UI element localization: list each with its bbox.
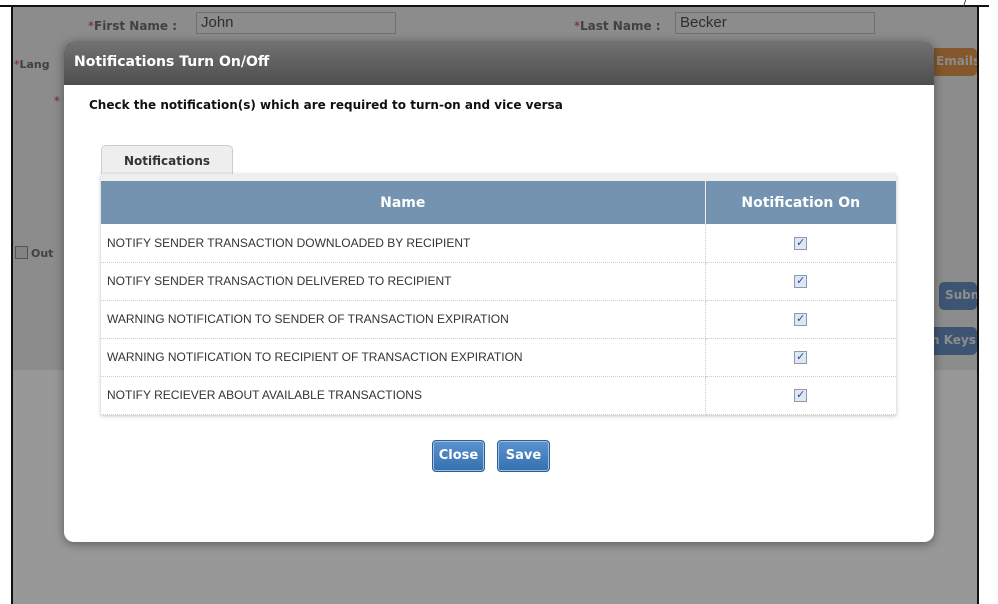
- column-header-name[interactable]: Name: [101, 181, 706, 224]
- notifications-dialog: Notifications Turn On/Off Check the noti…: [64, 41, 934, 542]
- tab-notifications[interactable]: Notifications: [101, 145, 233, 175]
- table-row: WARNING NOTIFICATION TO SENDER OF TRANSA…: [101, 300, 896, 339]
- notification-name: WARNING NOTIFICATION TO SENDER OF TRANSA…: [101, 300, 706, 339]
- notification-name: NOTIFY RECIEVER ABOUT AVAILABLE TRANSACT…: [101, 376, 706, 415]
- table-row: WARNING NOTIFICATION TO RECIPIENT OF TRA…: [101, 338, 896, 377]
- frame-right-border: [977, 5, 979, 604]
- notification-on-checkbox[interactable]: ✓: [794, 236, 808, 250]
- notification-on-cell: ✓: [705, 262, 896, 301]
- dialog-title: Notifications Turn On/Off: [64, 41, 934, 85]
- table-row: NOTIFY SENDER TRANSACTION DOWNLOADED BY …: [101, 224, 896, 263]
- notification-on-checkbox[interactable]: ✓: [794, 351, 808, 365]
- notification-name: NOTIFY SENDER TRANSACTION DOWNLOADED BY …: [101, 224, 706, 263]
- dialog-instruction: Check the notification(s) which are requ…: [89, 98, 563, 112]
- notification-name: WARNING NOTIFICATION TO RECIPIENT OF TRA…: [101, 338, 706, 377]
- column-header-notification-on[interactable]: Notification On: [705, 181, 896, 224]
- check-icon: ✓: [796, 313, 806, 326]
- check-icon: ✓: [796, 236, 806, 249]
- notification-on-checkbox[interactable]: ✓: [794, 275, 808, 289]
- notification-on-cell: ✓: [705, 338, 896, 377]
- notification-on-cell: ✓: [705, 300, 896, 339]
- close-button[interactable]: Close: [432, 440, 485, 472]
- table-header-row: Name Notification On: [101, 181, 896, 224]
- notifications-table: Name Notification On NOTIFY SENDER TRANS…: [101, 181, 896, 415]
- save-button[interactable]: Save: [497, 440, 550, 472]
- notifications-table-panel: Name Notification On NOTIFY SENDER TRANS…: [101, 174, 896, 415]
- check-icon: ✓: [796, 351, 806, 364]
- check-icon: ✓: [796, 389, 806, 402]
- table-row: NOTIFY RECIEVER ABOUT AVAILABLE TRANSACT…: [101, 376, 896, 415]
- notification-on-checkbox[interactable]: ✓: [794, 389, 808, 403]
- check-icon: ✓: [796, 275, 806, 288]
- notification-on-cell: ✓: [705, 224, 896, 263]
- notification-on-cell: ✓: [705, 376, 896, 415]
- notification-on-checkbox[interactable]: ✓: [794, 313, 808, 327]
- notification-name: NOTIFY SENDER TRANSACTION DELIVERED TO R…: [101, 262, 706, 301]
- table-row: NOTIFY SENDER TRANSACTION DELIVERED TO R…: [101, 262, 896, 301]
